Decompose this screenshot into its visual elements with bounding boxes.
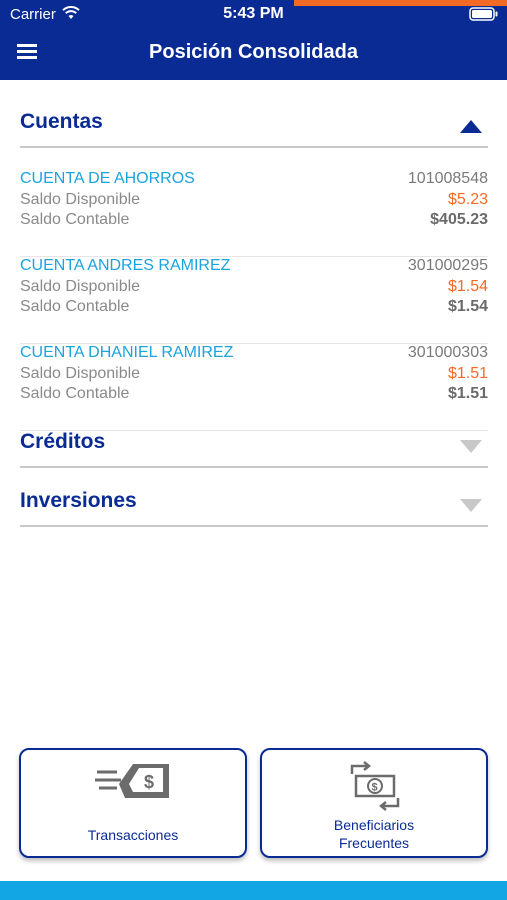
available-balance-value: $1.51 <box>447 365 488 382</box>
app-header: Carrier 5:43 PM Posición Consolidada <box>0 0 507 80</box>
frequent-beneficiaries-label-line1: Beneficiarios <box>333 817 415 833</box>
available-balance-label: Saldo Disponible <box>20 365 141 382</box>
collapse-up-icon[interactable] <box>460 120 482 133</box>
svg-text:$: $ <box>372 782 378 794</box>
account-name: CUENTA DE AHORROS <box>20 170 195 187</box>
available-balance-label: Saldo Disponible <box>20 278 141 295</box>
section-creditos-title: Créditos <box>20 430 106 453</box>
status-bar: Carrier 5:43 PM <box>0 0 507 28</box>
section-cuentas-header[interactable]: Cuentas <box>20 108 488 148</box>
section-creditos-header[interactable]: Créditos <box>20 428 488 468</box>
account-number: 301000295 <box>407 257 488 274</box>
bottom-accent-bar <box>0 881 507 900</box>
book-balance-label: Saldo Contable <box>20 385 130 402</box>
frequent-beneficiaries-button[interactable]: $ Beneficiarios Frecuentes <box>260 748 488 858</box>
transactions-button[interactable]: $ Transacciones <box>19 748 247 858</box>
page-title: Posición Consolidada <box>149 41 358 63</box>
section-cuentas-title: Cuentas <box>20 110 103 133</box>
account-name: CUENTA ANDRES RAMIREZ <box>20 257 231 274</box>
frequent-beneficiaries-label-line2: Frecuentes <box>338 835 410 851</box>
money-transfer-icon: $ <box>95 764 169 798</box>
svg-text:$: $ <box>144 772 154 792</box>
account-item[interactable]: CUENTA DE AHORROS 101008548 Saldo Dispon… <box>20 170 488 257</box>
money-exchange-icon: $ <box>350 761 400 811</box>
frequent-beneficiaries-label: Beneficiarios Frecuentes <box>262 816 486 852</box>
account-name: CUENTA DHANIEL RAMIREZ <box>20 344 234 361</box>
book-balance-value: $405.23 <box>430 211 488 228</box>
book-balance-value: $1.54 <box>447 298 488 315</box>
account-item[interactable]: CUENTA DHANIEL RAMIREZ 301000303 Saldo D… <box>20 344 488 431</box>
book-balance-label: Saldo Contable <box>20 211 130 228</box>
status-time: 5:43 PM <box>223 5 284 22</box>
battery-icon <box>469 7 498 21</box>
account-item[interactable]: CUENTA ANDRES RAMIREZ 301000295 Saldo Di… <box>20 257 488 344</box>
expand-down-icon[interactable] <box>460 440 482 453</box>
book-balance-label: Saldo Contable <box>20 298 130 315</box>
account-number: 101008548 <box>407 170 488 187</box>
available-balance-value: $1.54 <box>447 278 488 295</box>
available-balance-label: Saldo Disponible <box>20 191 141 208</box>
transactions-label: Transacciones <box>87 827 179 843</box>
book-balance-value: $1.51 <box>447 385 488 402</box>
section-inversiones-header[interactable]: Inversiones <box>20 487 488 527</box>
account-number: 301000303 <box>407 344 488 361</box>
nav-bar: Posición Consolidada <box>0 28 507 80</box>
expand-down-icon[interactable] <box>460 499 482 512</box>
available-balance-value: $5.23 <box>447 191 488 208</box>
section-inversiones-title: Inversiones <box>20 489 137 512</box>
